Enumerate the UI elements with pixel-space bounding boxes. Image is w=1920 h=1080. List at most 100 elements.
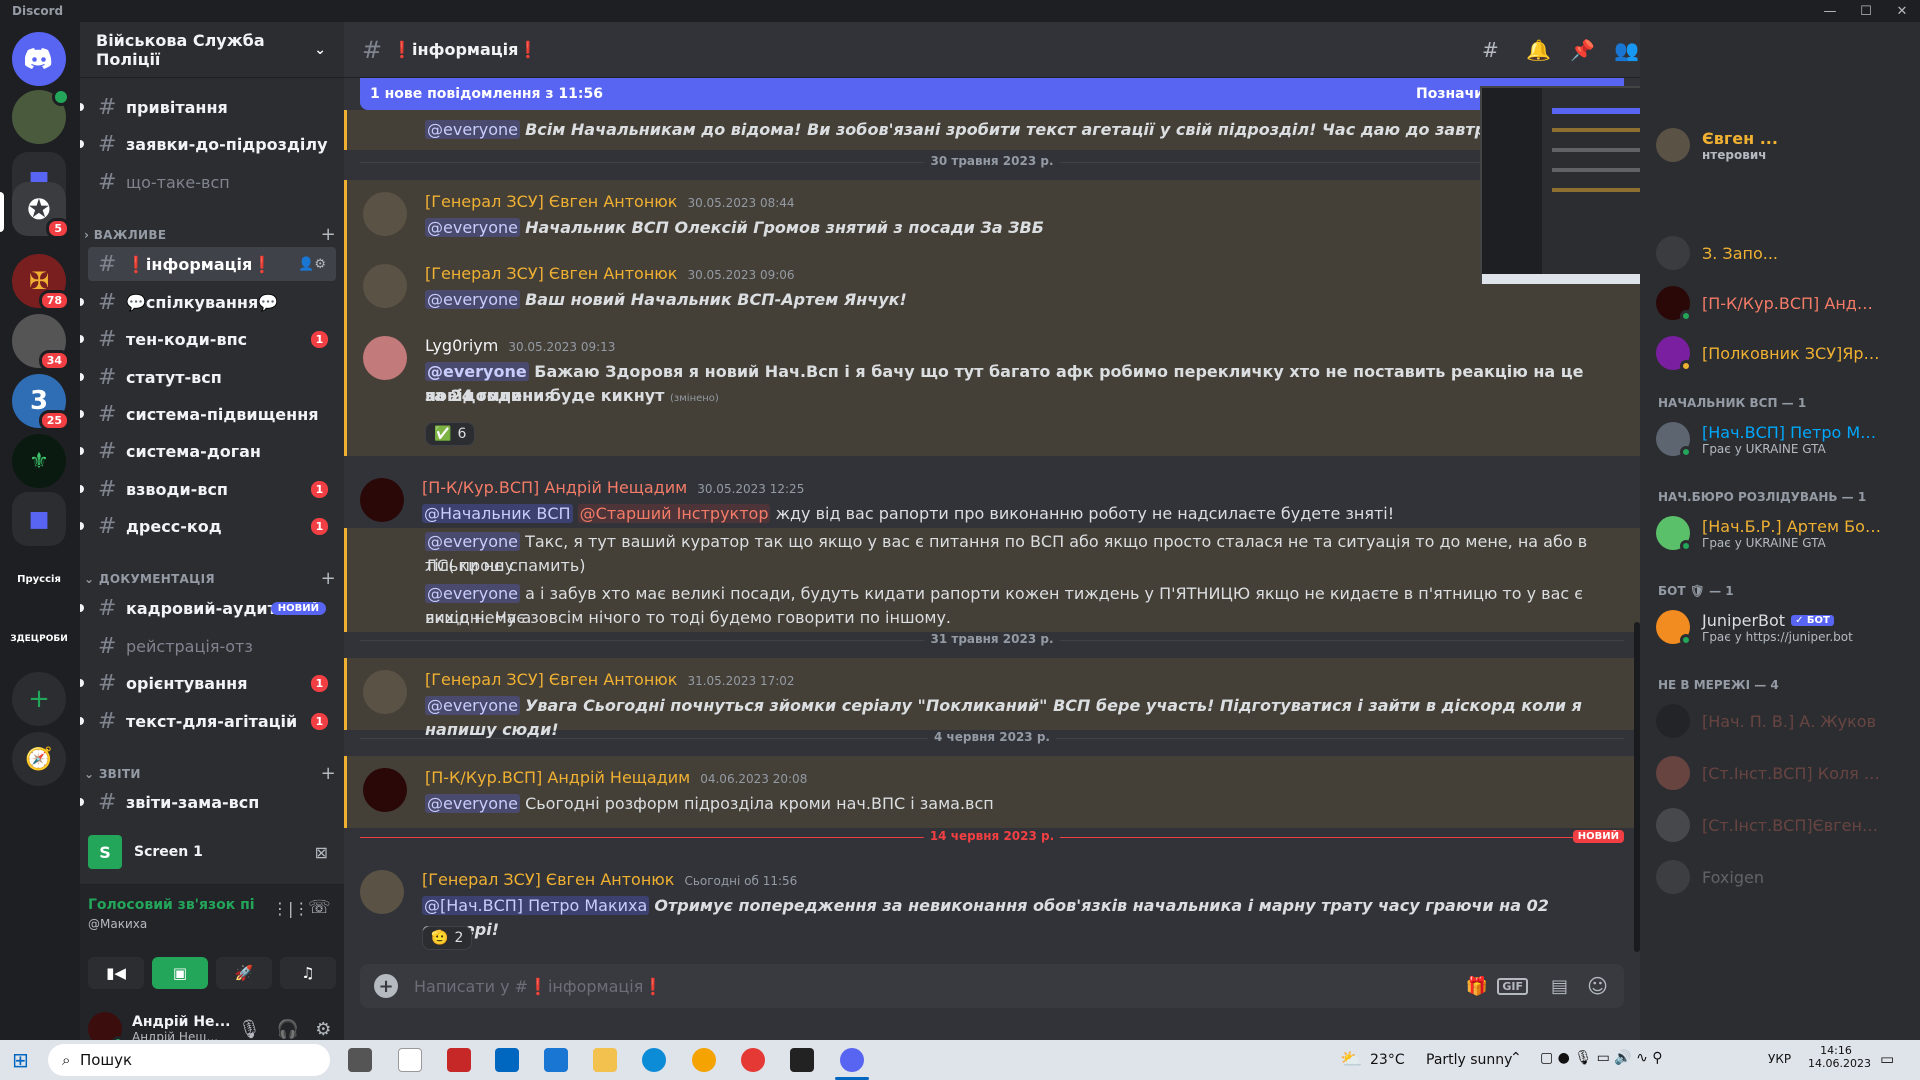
member-item[interactable]: З. Запо... [1656, 232, 1908, 274]
folder-icon-2[interactable]: ■ [12, 492, 66, 546]
avatar[interactable] [360, 870, 404, 914]
channel-item[interactable]: # орієнтування 1 [80, 666, 336, 700]
new-messages-bar[interactable]: 1 нове повідомлення з 11:56 Позначи [360, 78, 1624, 110]
member-item[interactable]: [Нач.Б.Р.] Артем Боро... Грає у UKRAINE G… [1656, 512, 1908, 554]
guild-avatar-1[interactable] [12, 88, 70, 144]
chrome-icon[interactable] [741, 1048, 765, 1072]
member-item[interactable]: [Нач. П. В.] А. Жуков [1656, 700, 1908, 742]
sticker-icon[interactable]: ▤ [1551, 976, 1568, 997]
mention[interactable]: @everyone [425, 794, 520, 813]
message[interactable]: Lyg0riym 30.05.2023 09:13 @everyone Бажаю… [344, 324, 1640, 456]
mention[interactable]: @Начальник ВСП [422, 504, 573, 523]
mention[interactable]: @[Нач.ВСП] Петро Макиха [422, 896, 650, 915]
category-reports[interactable]: ⌄ ЗВІТИ + [84, 763, 336, 784]
avatar[interactable] [363, 192, 407, 236]
home-button[interactable] [12, 32, 66, 86]
guild-3[interactable]: 3 25 [12, 374, 70, 431]
stream-preview[interactable]: S Screen 1 ⊠ [88, 834, 336, 870]
member-item[interactable]: [Нач.ВСП] Петро Мак... Грає у UKRAINE GTA [1656, 418, 1908, 460]
stop-stream-icon[interactable]: ⊠ [315, 843, 328, 862]
add-server-icon[interactable]: + [12, 672, 66, 726]
taskbar-search[interactable]: ⌕ Пошук [48, 1044, 330, 1076]
member-item[interactable]: [Полковник ЗСУ]Яро... [1656, 332, 1908, 374]
clock[interactable]: 14:16 14.06.2023 [1808, 1044, 1871, 1070]
gif-icon[interactable]: GIF [1497, 977, 1528, 995]
channel-item[interactable]: # кадровий-аудит НОВИЙ [80, 591, 336, 625]
noise-suppression-icon[interactable]: ⋮|⋮ [272, 899, 309, 918]
mention[interactable]: @everyone [425, 532, 520, 551]
maximize-icon[interactable]: ☐ [1848, 0, 1884, 22]
explore-icon[interactable]: 🧭 [12, 732, 66, 786]
channel-item[interactable]: # привітання [80, 90, 336, 124]
edge-icon[interactable] [642, 1048, 666, 1072]
settings-icon[interactable]: 👤⚙ [298, 257, 326, 272]
mention[interactable]: @everyone [425, 120, 520, 139]
message[interactable]: [Генерал ЗСУ] Євген Антонюк 30.05.2023 09… [344, 252, 1640, 324]
member-item[interactable]: Євген ... нтерович [1656, 124, 1908, 166]
author-name[interactable]: [Генерал ЗСУ] Євген Антонюк [425, 670, 677, 689]
avatar[interactable] [363, 768, 407, 812]
pin-icon[interactable]: 📌 [1570, 38, 1595, 62]
reaction[interactable]: 🫡 2 [422, 926, 473, 950]
browser-icon[interactable] [692, 1048, 716, 1072]
store-icon[interactable] [495, 1048, 519, 1072]
weather-temp[interactable]: 23°C [1370, 1052, 1405, 1068]
camera-button[interactable]: ▮◀ [88, 957, 144, 989]
add-attachment-icon[interactable]: + [374, 974, 398, 998]
settings-icon[interactable]: ⚙ [315, 1019, 331, 1040]
discord-taskbar-icon[interactable] [840, 1048, 864, 1072]
message[interactable]: [П-К/Кур.ВСП] Андрій Нещадим 30.05.2023 1… [344, 470, 1640, 523]
mention[interactable]: @Старший Інструктор [577, 504, 771, 523]
mail-icon[interactable] [544, 1048, 568, 1072]
channel-item[interactable]: # дресс-код 1 [80, 509, 336, 543]
disconnect-icon[interactable]: ☏ [308, 897, 331, 918]
mention[interactable]: @everyone [425, 584, 520, 603]
channel-item[interactable]: # тен-коди-впс 1 [80, 322, 336, 356]
avatar[interactable] [363, 336, 407, 380]
headphones-icon[interactable]: 🎧 [277, 1019, 299, 1040]
category-docs[interactable]: ⌄ ДОКУМЕНТАЦІЯ + [84, 568, 336, 589]
threads-icon[interactable]: # [1482, 38, 1499, 62]
gift-icon[interactable]: 🎁 [1466, 976, 1488, 997]
channel-item[interactable]: # рейстрація-отз [88, 629, 336, 663]
notifications-icon[interactable]: ▭ [1880, 1050, 1894, 1068]
member-item[interactable]: Foxigen [1656, 856, 1908, 898]
author-name[interactable]: [П-К/Кур.ВСП] Андрій Нещадим [422, 478, 687, 497]
add-channel-icon[interactable]: + [321, 224, 336, 245]
mention[interactable]: @everyone [425, 218, 520, 237]
guild-avatar-3[interactable]: 34 [12, 314, 70, 371]
channel-item[interactable]: # взводи-всп 1 [80, 472, 336, 506]
bell-icon[interactable]: 🔔 [1526, 38, 1551, 62]
author-name[interactable]: [Генерал ЗСУ] Євген Антонюк [422, 870, 674, 889]
close-icon[interactable]: ✕ [1884, 0, 1920, 22]
avatar[interactable] [360, 478, 404, 522]
guild-prussia[interactable]: Пруссія [12, 552, 66, 606]
author-name[interactable]: Lyg0riym [425, 336, 498, 355]
message[interactable]: [Генерал ЗСУ] Євген Антонюк 30.05.2023 08… [344, 180, 1640, 252]
file-icon[interactable] [398, 1048, 422, 1072]
mark-as-read-button[interactable]: Позначи [1416, 86, 1484, 102]
avatar[interactable] [363, 264, 407, 308]
member-item[interactable]: [Ст.Інст.ВСП]Євгеній ... [1656, 804, 1908, 846]
message[interactable]: @everyone Всім Начальникам до відома! Ви… [344, 110, 1640, 150]
member-item[interactable]: [П-К/Кур.ВСП] Андрій... [1656, 282, 1908, 324]
guild-zsu[interactable]: ✠ 78 [12, 254, 70, 311]
task-view-icon[interactable] [348, 1048, 372, 1072]
message[interactable]: [Генерал ЗСУ] Євген Антонюк 31.05.2023 17… [344, 658, 1640, 739]
channel-item[interactable]: # звіти-зама-всп [80, 785, 336, 819]
author-name[interactable]: [Генерал ЗСУ] Євген Антонюк [425, 264, 677, 283]
message[interactable]: @everyone Такс, я тут ваший куратор так … [344, 528, 1640, 632]
category-important[interactable]: › ВАЖЛИВЕ + [84, 224, 336, 245]
tray-icons[interactable]: ▢ ● 🎙 ▭ 🔊 ∿ ⚲ [1540, 1050, 1663, 1066]
member-item[interactable]: JuniperBot ✓ БОТ Грає у https://juniper.bo… [1656, 606, 1908, 648]
game-icon[interactable] [790, 1048, 814, 1072]
windows-start-icon[interactable]: ⊞ [12, 1048, 29, 1072]
add-channel-icon[interactable]: + [321, 568, 336, 589]
message[interactable]: [Генерал ЗСУ] Євген Антонюк Сьогодні об 1… [344, 858, 1640, 958]
weather-text[interactable]: Partly sunny [1426, 1052, 1512, 1068]
activity-button[interactable]: 🚀 [216, 957, 272, 989]
mention[interactable]: @everyone [425, 362, 529, 381]
tray-chevron-icon[interactable]: ⌃ [1510, 1050, 1522, 1066]
author-name[interactable]: [П-К/Кур.ВСП] Андрій Нещадим [425, 768, 690, 787]
avatar[interactable] [363, 670, 407, 714]
